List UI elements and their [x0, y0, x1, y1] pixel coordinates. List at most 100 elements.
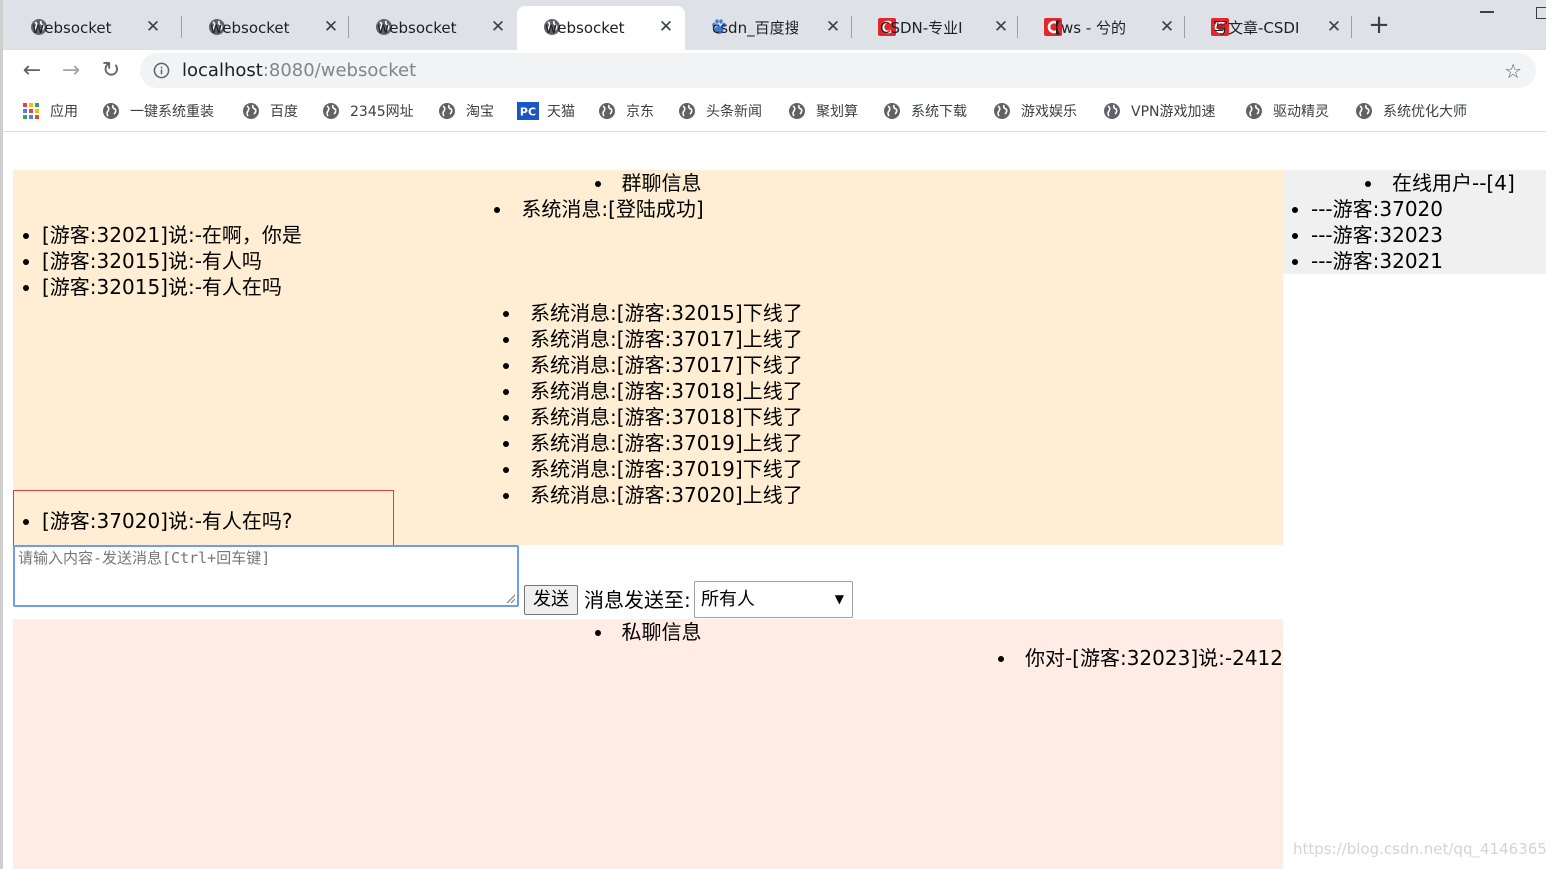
globe-icon: [883, 102, 901, 120]
bookmark-item[interactable]: 百度: [242, 100, 298, 122]
minimize-button[interactable]: [1480, 11, 1494, 13]
list-item: 你对-[游客:32023]说:-2412: [13, 645, 1283, 671]
bookmark-item[interactable]: 聚划算: [788, 100, 858, 122]
private-chat-title: 私聊信息: [13, 619, 1283, 645]
url-text[interactable]: localhost:8080/websocket: [182, 53, 416, 88]
browser-toolbar: ← → ↻ localhost:8080/websocket ☆: [0, 50, 1546, 92]
login-message-list: 系统消息:[登陆成功]: [0, 196, 1283, 222]
pc-icon: PC: [517, 102, 539, 120]
tab-title: websocket: [545, 19, 625, 37]
tab-title: CSDN-专业I: [880, 19, 963, 37]
browser-tab[interactable]: websocket ✕: [4, 6, 170, 50]
reload-button[interactable]: ↻: [96, 56, 126, 86]
close-tab-icon[interactable]: ✕: [1325, 18, 1343, 36]
browser-tab[interactable]: 写文章-CSDI ✕: [1185, 6, 1351, 50]
bookmark-label: VPN游戏加速: [1131, 104, 1216, 120]
bookmark-label: 游戏娱乐: [1021, 104, 1077, 120]
list-item: [游客:32015]说:-有人吗: [42, 248, 1283, 274]
resize-grip-icon[interactable]: [505, 593, 515, 603]
tab-title: 【ws - 兮的: [1046, 19, 1127, 37]
bookmark-item[interactable]: 一键系统重装: [102, 100, 214, 122]
page-content: 群聊信息 系统消息:[登陆成功] [游客:32021]说:-在啊，你是[游客:3…: [0, 133, 1546, 869]
list-item: 系统消息:[游客:37018]下线了: [503, 404, 1283, 430]
globe-icon: [993, 102, 1011, 120]
bookmark-star-icon[interactable]: ☆: [1504, 59, 1522, 83]
private-message-list: 你对-[游客:32023]说:-2412: [13, 645, 1283, 671]
bookmark-label: 淘宝: [466, 104, 494, 120]
globe-icon: [322, 102, 340, 120]
message-textarea[interactable]: 请输入内容-发送消息[Ctrl+回车键]: [13, 545, 519, 607]
url-path: :8080/websocket: [262, 60, 417, 81]
close-tab-icon[interactable]: ✕: [322, 18, 340, 36]
forward-button[interactable]: →: [56, 56, 86, 86]
svg-text:PC: PC: [520, 106, 536, 119]
list-item: 系统消息:[游客:32015]下线了: [503, 300, 1283, 326]
bookmark-item[interactable]: 应用: [22, 100, 78, 122]
globe-icon: [598, 102, 616, 120]
browser-tab[interactable]: websocket ✕: [182, 6, 348, 50]
send-button[interactable]: 发送: [524, 585, 578, 615]
address-bar[interactable]: localhost:8080/websocket ☆: [140, 53, 1536, 88]
close-tab-icon[interactable]: ✕: [657, 18, 675, 36]
bookmark-label: 头条新闻: [706, 104, 762, 120]
online-users-list: ---游客:37020---游客:32023---游客:32021: [1283, 196, 1546, 274]
recipient-selected-value: 所有人: [701, 589, 755, 610]
browser-tab[interactable]: csdn_百度搜 ✕: [684, 6, 850, 50]
list-item: ---游客:37020: [1311, 196, 1546, 222]
info-icon[interactable]: [153, 62, 170, 79]
recipient-select[interactable]: 所有人 ▼: [694, 581, 853, 618]
list-item: 系统消息:[游客:37019]下线了: [503, 456, 1283, 482]
message-placeholder: 请输入内容-发送消息[Ctrl+回车键]: [18, 549, 271, 567]
back-button[interactable]: ←: [17, 56, 47, 86]
bookmark-label: 系统优化大师: [1383, 104, 1467, 120]
bookmark-item[interactable]: 淘宝: [438, 100, 494, 122]
bookmark-item[interactable]: 京东: [598, 100, 654, 122]
close-tab-icon[interactable]: ✕: [824, 18, 842, 36]
new-tab-button[interactable]: +: [1366, 12, 1392, 39]
tab-title: websocket: [210, 19, 290, 37]
bookmark-label: 应用: [50, 104, 78, 120]
bookmark-item[interactable]: 游戏娱乐: [993, 100, 1077, 122]
close-tab-icon[interactable]: ✕: [992, 18, 1010, 36]
group-chat-header-list: 群聊信息: [13, 170, 1283, 196]
bookmark-item[interactable]: VPN游戏加速: [1103, 100, 1216, 122]
globe-icon: [242, 102, 260, 120]
browser-tab[interactable]: 【ws - 兮的 ✕: [1018, 6, 1184, 50]
list-item: 系统消息:[游客:37017]上线了: [503, 326, 1283, 352]
bookmark-item[interactable]: 头条新闻: [678, 100, 762, 122]
url-host: localhost: [182, 60, 263, 81]
bookmark-label: 2345网址: [350, 104, 414, 120]
bookmark-item[interactable]: 系统下载: [883, 100, 967, 122]
close-tab-icon[interactable]: ✕: [489, 18, 507, 36]
login-message: 系统消息:[登陆成功]: [0, 196, 1283, 222]
tab-separator: [1351, 16, 1352, 38]
close-tab-icon[interactable]: ✕: [1158, 18, 1176, 36]
list-item: 系统消息:[游客:37020]上线了: [503, 482, 1283, 508]
browser-tab[interactable]: websocket ✕: [349, 6, 515, 50]
system-message-list: 系统消息:[游客:32015]下线了系统消息:[游客:37017]上线了系统消息…: [13, 300, 1283, 508]
browser-tab[interactable]: websocket ✕: [517, 6, 685, 50]
globe-icon: [1245, 102, 1263, 120]
tab-title: 写文章-CSDI: [1213, 19, 1299, 37]
maximize-button[interactable]: [1536, 7, 1546, 19]
list-item: 系统消息:[游客:37019]上线了: [503, 430, 1283, 456]
list-item: ---游客:32021: [1311, 248, 1546, 274]
globe-icon: [1355, 102, 1373, 120]
list-item: [游客:32015]说:-有人在吗: [42, 274, 1283, 300]
list-item: ---游客:32023: [1311, 222, 1546, 248]
browser-tab[interactable]: CSDN-专业I ✕: [852, 6, 1018, 50]
apps-grid-icon: [22, 102, 40, 120]
bookmark-label: 百度: [270, 104, 298, 120]
group-chat-title: 群聊信息: [13, 170, 1283, 196]
bookmark-item[interactable]: 系统优化大师: [1355, 100, 1467, 122]
bookmark-item[interactable]: PC 天猫: [517, 100, 575, 122]
bookmark-label: 驱动精灵: [1273, 104, 1329, 120]
bookmark-label: 天猫: [547, 104, 575, 120]
tab-title: websocket: [377, 19, 457, 37]
list-item: 系统消息:[游客:37017]下线了: [503, 352, 1283, 378]
watermark: https://blog.csdn.net/qq_41463655: [1293, 840, 1546, 858]
bookmark-item[interactable]: 驱动精灵: [1245, 100, 1329, 122]
close-tab-icon[interactable]: ✕: [144, 18, 162, 36]
bookmark-item[interactable]: 2345网址: [322, 100, 414, 122]
send-to-label: 消息发送至:: [584, 588, 691, 612]
